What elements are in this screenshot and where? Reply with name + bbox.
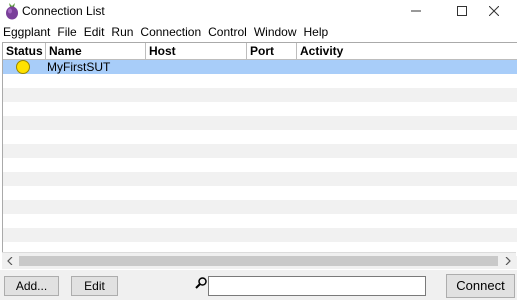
- table-body: MyFirstSUT: [3, 60, 517, 269]
- window-title: Connection List: [22, 4, 105, 18]
- empty-row: [3, 144, 517, 158]
- minimize-button[interactable]: [393, 0, 439, 22]
- empty-row: [3, 228, 517, 242]
- empty-row: [3, 200, 517, 214]
- menu-eggplant[interactable]: Eggplant: [0, 22, 54, 42]
- menu-edit[interactable]: Edit: [81, 22, 109, 42]
- chevron-right-icon[interactable]: [500, 253, 516, 269]
- maximize-icon: [457, 6, 467, 16]
- table-header: Status Name Host Port Activity: [3, 43, 517, 60]
- empty-row: [3, 158, 517, 172]
- title-bar: Connection List: [0, 0, 517, 22]
- menu-help[interactable]: Help: [301, 22, 333, 42]
- minimize-icon: [411, 10, 421, 12]
- empty-row: [3, 116, 517, 130]
- empty-row: [3, 102, 517, 116]
- scrollbar-thumb[interactable]: [19, 256, 498, 266]
- search-input[interactable]: [208, 276, 426, 296]
- connection-list[interactable]: Status Name Host Port Activity MyFirstSU…: [2, 42, 517, 269]
- empty-row: [3, 130, 517, 144]
- empty-row: [3, 214, 517, 228]
- row-name: MyFirstSUT: [47, 60, 111, 74]
- menu-bar: Eggplant File Edit Run Connection Contro…: [0, 22, 517, 42]
- search-icon: [194, 276, 208, 290]
- bottom-toolbar: Add... Edit Connect: [0, 270, 517, 300]
- empty-row: [3, 172, 517, 186]
- column-name[interactable]: Name: [46, 43, 146, 59]
- column-port[interactable]: Port: [247, 43, 297, 59]
- close-button[interactable]: [471, 0, 517, 22]
- edit-button[interactable]: Edit: [71, 276, 118, 296]
- menu-connection[interactable]: Connection: [137, 22, 205, 42]
- column-activity[interactable]: Activity: [297, 43, 517, 59]
- status-yellow-icon: [16, 60, 30, 74]
- close-icon: [489, 6, 499, 16]
- empty-row: [3, 88, 517, 102]
- eggplant-icon: [4, 2, 20, 20]
- menu-control[interactable]: Control: [205, 22, 251, 42]
- add-button[interactable]: Add...: [4, 276, 59, 296]
- table-row[interactable]: MyFirstSUT: [3, 60, 517, 74]
- column-status[interactable]: Status: [3, 43, 46, 59]
- column-host[interactable]: Host: [146, 43, 247, 59]
- menu-run[interactable]: Run: [108, 22, 137, 42]
- empty-row: [3, 74, 517, 88]
- connect-button[interactable]: Connect: [446, 274, 515, 298]
- horizontal-scrollbar[interactable]: [2, 252, 516, 269]
- menu-file[interactable]: File: [54, 22, 80, 42]
- chevron-left-icon[interactable]: [2, 253, 18, 269]
- empty-row: [3, 186, 517, 200]
- menu-window[interactable]: Window: [251, 22, 301, 42]
